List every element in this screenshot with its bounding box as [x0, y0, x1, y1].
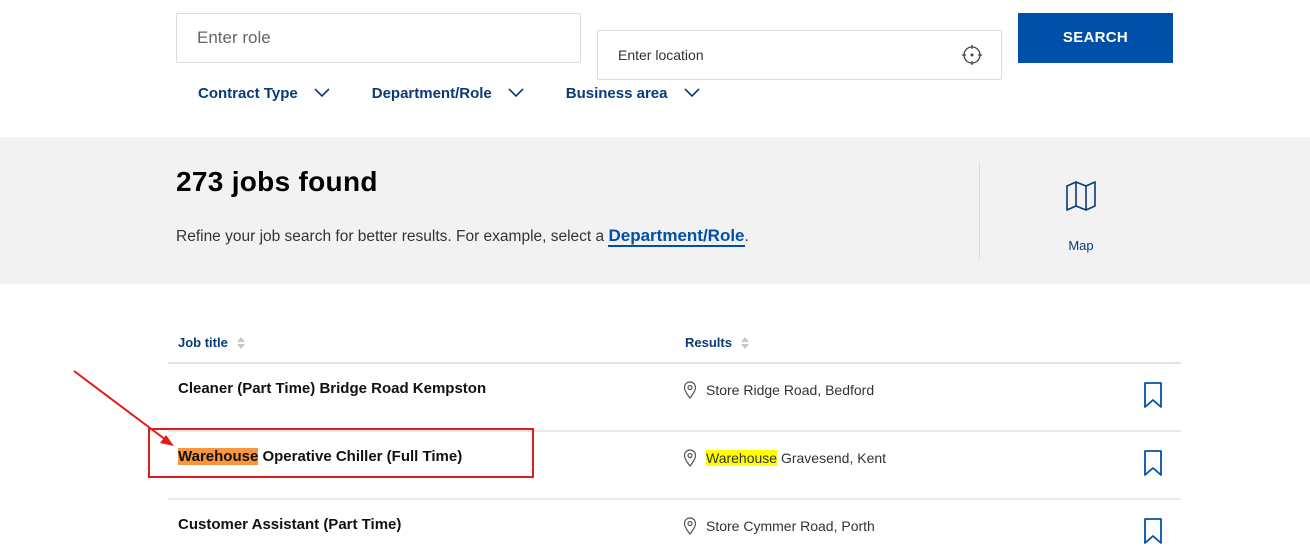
table-row[interactable]: Customer Assistant (Part Time) Store Cym… — [168, 500, 1181, 557]
location-pin-icon — [683, 449, 697, 467]
filter-label: Business area — [565, 84, 668, 102]
job-location: Store Cymmer Road, Porth — [683, 517, 875, 535]
bookmark-icon[interactable] — [1143, 517, 1163, 545]
refine-suffix: . — [744, 228, 749, 245]
column-label: Job title — [178, 335, 228, 350]
table-header: Job title Results — [168, 326, 1181, 364]
column-job-title[interactable]: Job title — [178, 335, 246, 350]
crosshair-icon[interactable] — [961, 44, 983, 66]
filter-bar: Contract Type Department/Role Business a… — [198, 80, 700, 106]
chevron-down-icon — [683, 88, 700, 98]
annotation-box — [148, 428, 534, 478]
search-button[interactable]: SEARCH — [1018, 13, 1173, 63]
sort-icon — [236, 336, 245, 349]
department-role-link[interactable]: Department/Role — [608, 226, 745, 247]
search-term-highlight: Warehouse — [706, 450, 778, 466]
column-results[interactable]: Results — [685, 335, 750, 350]
results-summary: 273 jobs found Refine your job search fo… — [0, 137, 1310, 284]
job-title-text: Customer Assistant (Part Time) — [178, 516, 402, 533]
job-title-link[interactable]: Cleaner (Part Time) Bridge Road Kempston — [178, 380, 486, 397]
refine-prefix: Refine your job search for better result… — [176, 228, 609, 245]
role-input[interactable]: Enter role — [176, 13, 581, 63]
location-text: Gravesend, Kent — [777, 450, 887, 466]
map-label: Map — [1068, 238, 1094, 253]
search-bar: Enter role Enter location SEARCH — [176, 13, 1173, 80]
map-icon — [1066, 181, 1096, 211]
location-text: Store Cymmer Road, Porth — [706, 518, 875, 534]
map-button[interactable]: Map — [1058, 179, 1104, 253]
chevron-down-icon — [314, 88, 330, 98]
job-title-link[interactable]: Customer Assistant (Part Time) — [178, 516, 401, 533]
job-title-text: Cleaner (Part Time) Bridge Road Kempston — [178, 380, 487, 397]
filter-department-role[interactable]: Department/Role — [372, 80, 524, 106]
chevron-down-icon — [508, 88, 524, 98]
bookmark-icon[interactable] — [1143, 381, 1163, 409]
job-location: Warehouse Gravesend, Kent — [683, 449, 886, 467]
location-input[interactable]: Enter location — [597, 30, 1002, 80]
filter-label: Department/Role — [371, 84, 492, 102]
sort-icon — [740, 336, 749, 349]
results-count: 273 jobs found — [176, 166, 378, 197]
column-label: Results — [685, 335, 732, 350]
filter-label: Contract Type — [198, 84, 298, 102]
location-pin-icon — [683, 517, 697, 535]
location-pin-icon — [683, 381, 697, 399]
table-row[interactable]: Cleaner (Part Time) Bridge Road Kempston… — [168, 364, 1181, 432]
filter-contract-type[interactable]: Contract Type — [198, 80, 330, 106]
location-text: Store Ridge Road, Bedford — [706, 382, 875, 398]
bookmark-icon[interactable] — [1143, 449, 1163, 477]
filter-business-area[interactable]: Business area — [566, 80, 700, 106]
refine-hint: Refine your job search for better result… — [176, 226, 749, 247]
divider — [979, 163, 980, 259]
location-placeholder: Enter location — [618, 47, 704, 63]
job-location: Store Ridge Road, Bedford — [683, 381, 874, 399]
